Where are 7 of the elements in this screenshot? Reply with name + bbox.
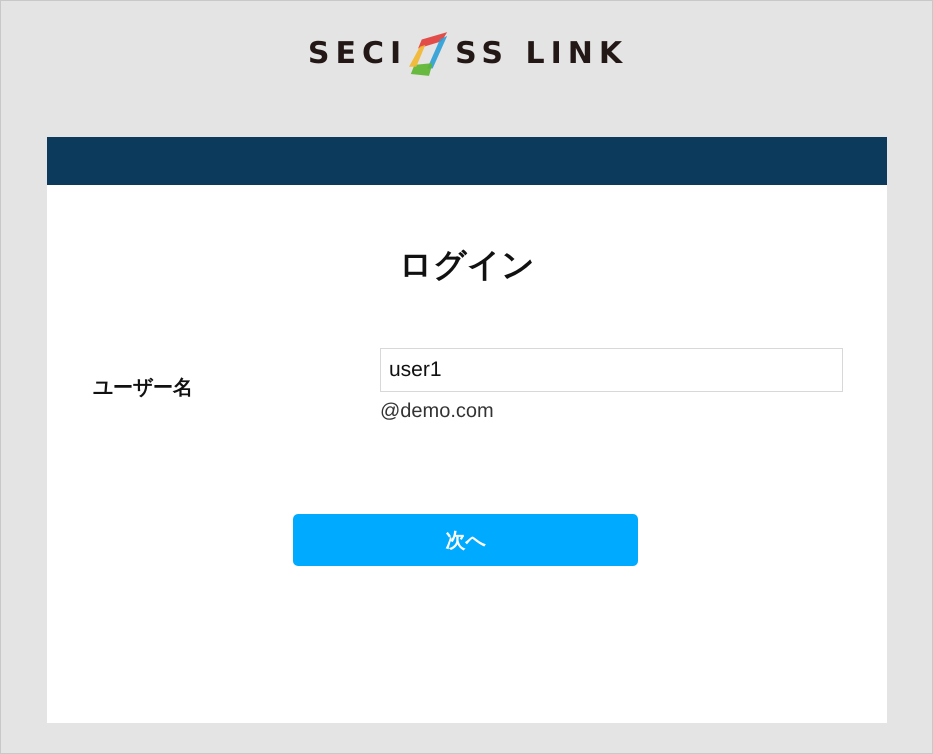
logo-text: SS LINK <box>455 39 628 69</box>
username-input[interactable]: user1 <box>380 348 843 392</box>
page-title: ログイン <box>399 245 535 285</box>
logo-mark-icon <box>409 31 450 77</box>
domain-suffix: @demo.com <box>380 400 494 423</box>
field-label: ユーザー名 <box>93 374 194 401</box>
logo-text: SECI <box>308 39 408 69</box>
